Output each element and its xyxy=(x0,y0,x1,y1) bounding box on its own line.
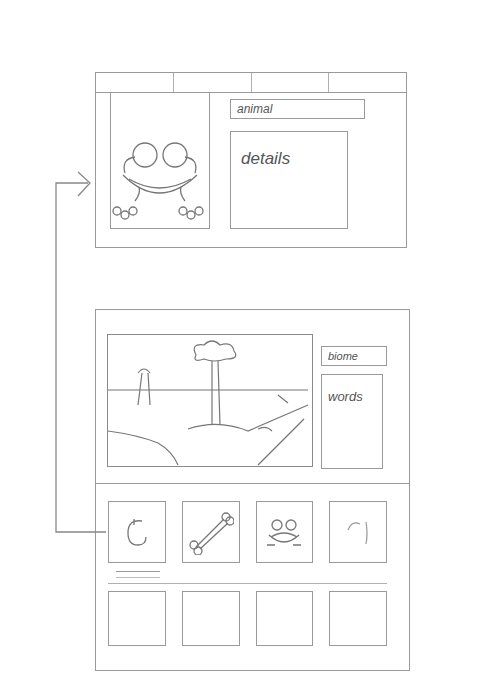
grid-item[interactable] xyxy=(329,501,387,578)
grid-cell[interactable] xyxy=(329,591,387,646)
detail-side: animal details xyxy=(230,93,365,229)
biome-title: biome xyxy=(321,346,387,366)
grid-cell[interactable] xyxy=(329,501,387,563)
grid-item[interactable] xyxy=(108,591,166,646)
frog-icon xyxy=(111,93,209,227)
detail-body: animal details xyxy=(96,93,406,247)
selection-mark xyxy=(116,571,160,578)
grid-cell[interactable] xyxy=(182,501,240,563)
grid-item[interactable] xyxy=(108,501,166,578)
grid-item[interactable] xyxy=(256,591,314,646)
grid-row xyxy=(108,591,387,646)
frog-icon xyxy=(265,515,303,549)
tab[interactable] xyxy=(252,73,330,92)
grid-cell[interactable] xyxy=(182,591,240,646)
claw-icon xyxy=(338,512,378,552)
grid-cell[interactable] xyxy=(256,591,314,646)
grid-item[interactable] xyxy=(329,591,387,646)
arrow-icon xyxy=(0,0,479,688)
grid-divider xyxy=(108,583,387,584)
grid-item[interactable] xyxy=(256,501,314,578)
animal-title: animal xyxy=(230,99,365,119)
biome-header: biome words xyxy=(96,310,409,484)
grid-cell[interactable] xyxy=(108,501,166,563)
grid-item[interactable] xyxy=(182,591,240,646)
biome-picture xyxy=(107,334,313,467)
grid-row xyxy=(108,501,387,578)
tab[interactable] xyxy=(96,73,174,92)
wireframe-page: animal details biome words xyxy=(0,0,479,688)
animal-grid xyxy=(96,484,409,670)
biome-side: biome words xyxy=(321,334,389,469)
tab-strip xyxy=(96,73,406,93)
biome-panel: biome words xyxy=(95,309,410,671)
bone-icon xyxy=(188,509,234,555)
grid-item[interactable] xyxy=(182,501,240,578)
grid-cell[interactable] xyxy=(108,591,166,646)
landscape-icon xyxy=(108,335,312,466)
detail-panel: animal details xyxy=(95,72,407,248)
animal-picture xyxy=(110,93,210,229)
tab[interactable] xyxy=(174,73,252,92)
grid-cell[interactable] xyxy=(256,501,314,563)
animal-details: details xyxy=(230,131,348,229)
shell-icon xyxy=(122,515,152,549)
tab[interactable] xyxy=(329,73,406,92)
biome-words: words xyxy=(321,374,383,469)
